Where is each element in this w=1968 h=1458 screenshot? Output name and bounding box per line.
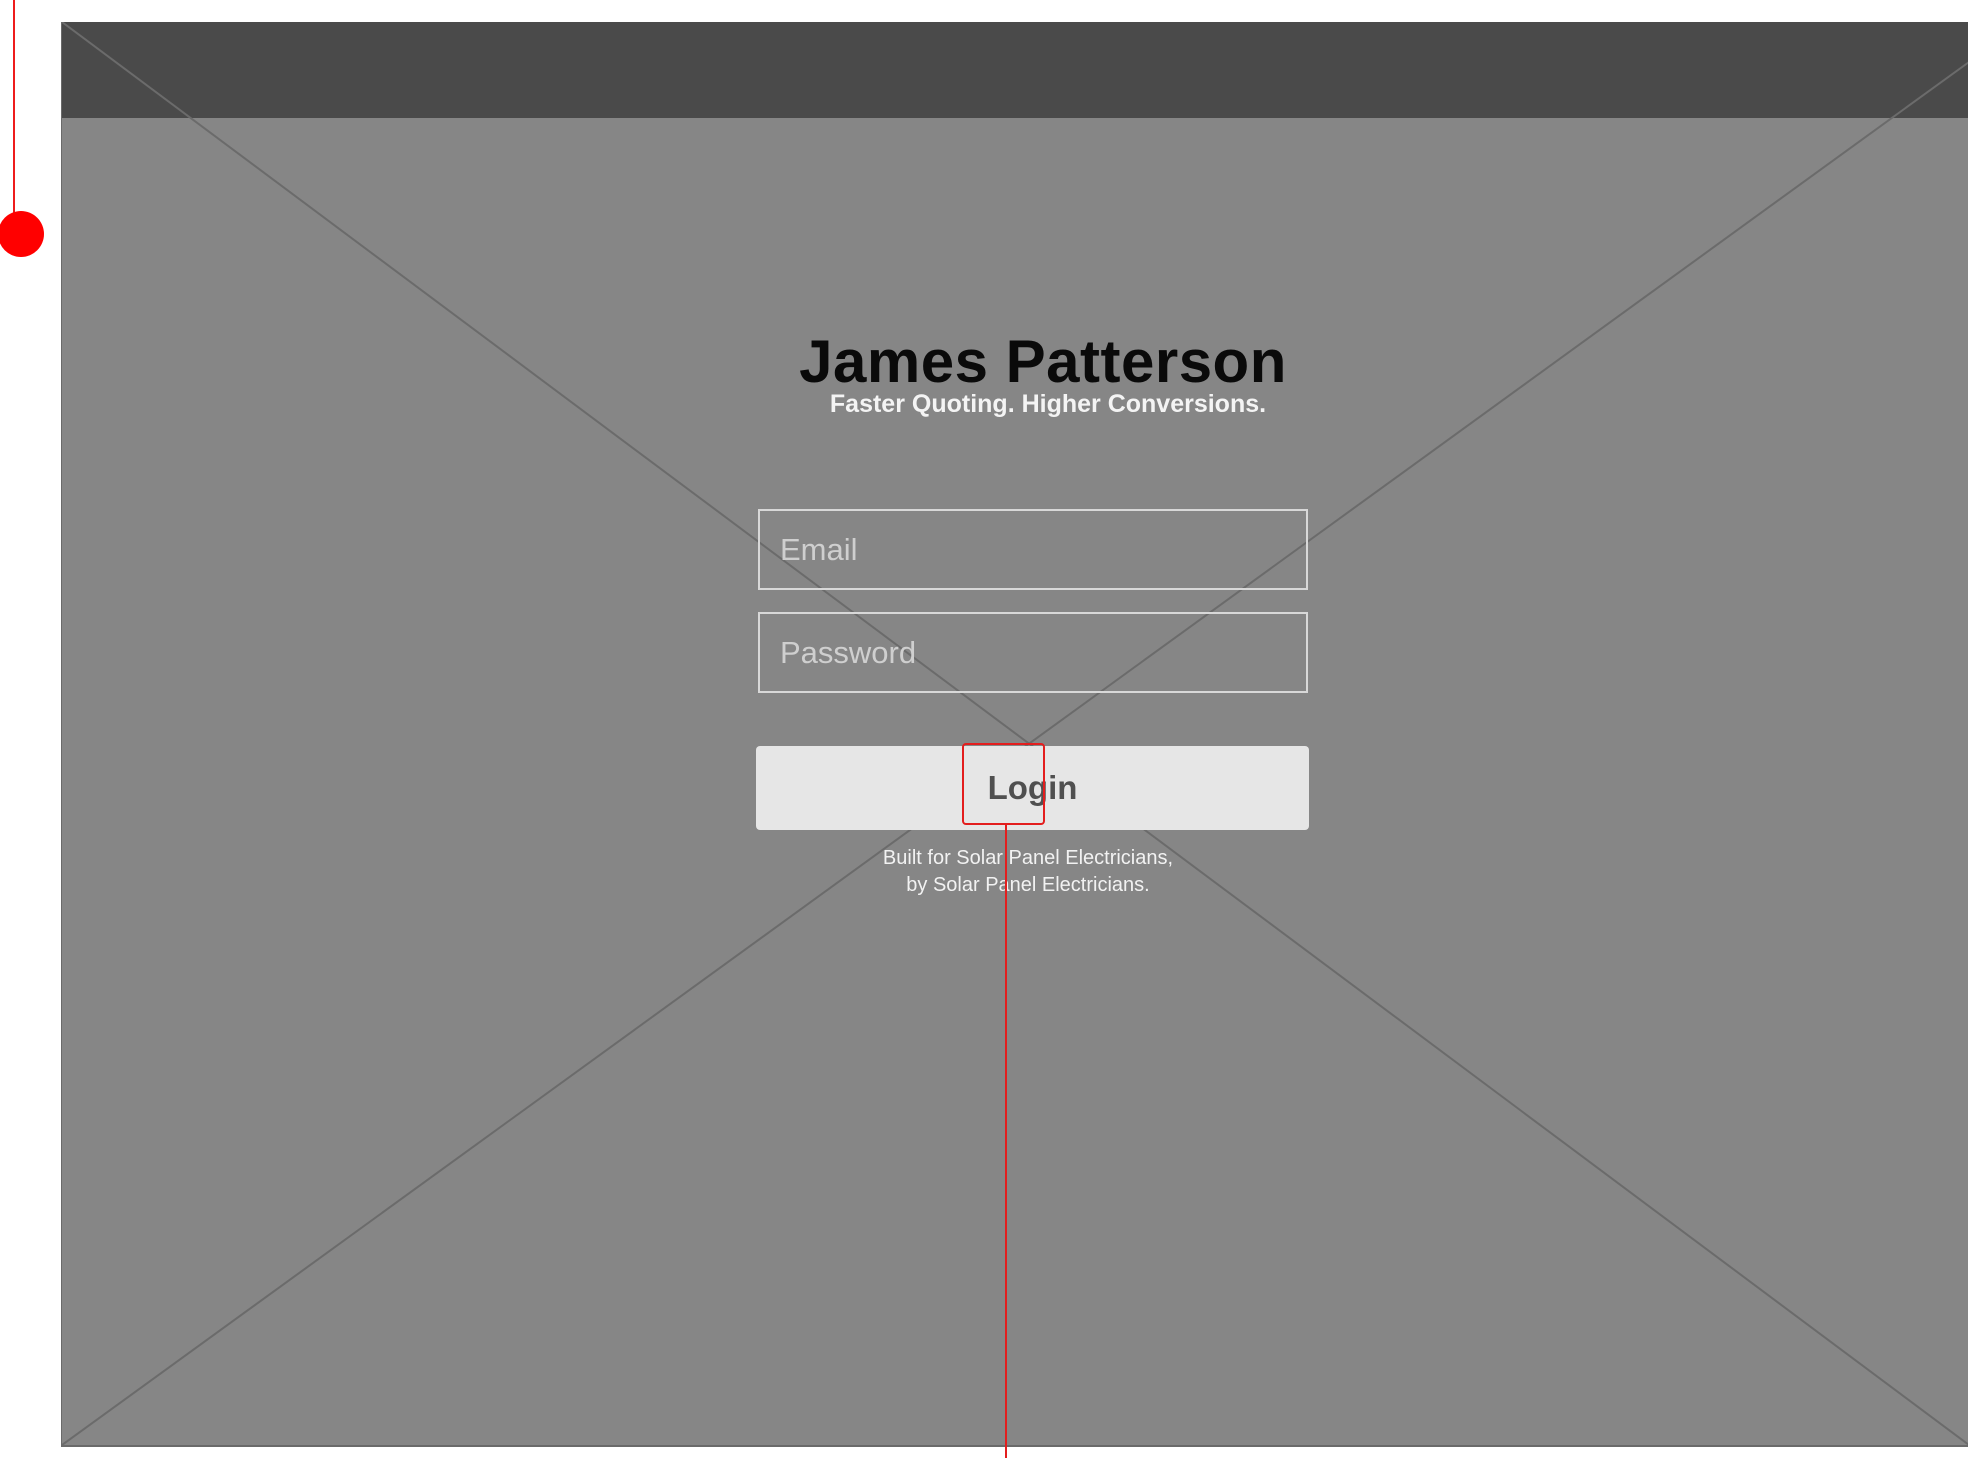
- annotation-connector-line-bottom: [1005, 825, 1007, 1458]
- image-placeholder-cross: [62, 22, 1968, 1445]
- tagline: Built for Solar Panel Electricians, by S…: [858, 845, 1198, 899]
- email-field[interactable]: [758, 509, 1308, 590]
- page-title: James Patterson: [799, 328, 1287, 395]
- email-input[interactable]: [760, 511, 1306, 588]
- login-page-frame: James Patterson Faster Quoting. Higher C…: [61, 22, 1968, 1447]
- tagline-line-1: Built for Solar Panel Electricians,: [882, 847, 1174, 869]
- wireframe-canvas: James Patterson Faster Quoting. Higher C…: [0, 0, 1968, 1458]
- page-subtitle: Faster Quoting. Higher Conversions.: [829, 390, 1267, 418]
- annotation-marker-dot: [0, 211, 44, 257]
- top-bar: [62, 22, 1968, 118]
- tagline-line-2: by Solar Panel Electricians.: [906, 874, 1150, 896]
- annotation-connector-line: [13, 0, 15, 222]
- password-field[interactable]: [758, 612, 1308, 693]
- password-input[interactable]: [760, 614, 1306, 691]
- annotation-highlight-box: [962, 743, 1045, 825]
